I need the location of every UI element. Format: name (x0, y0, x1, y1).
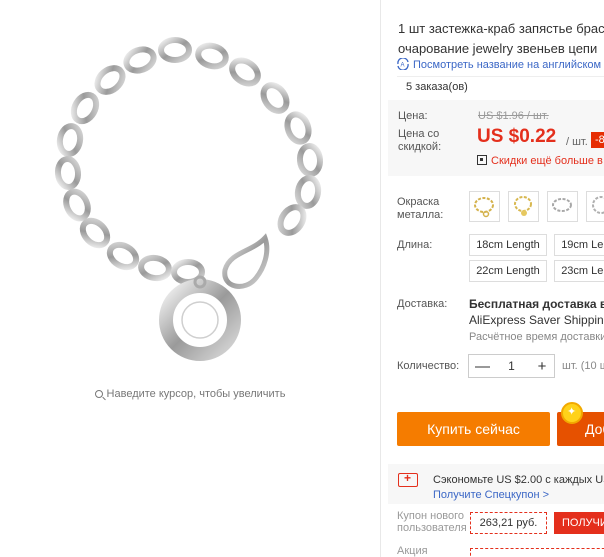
length-label: Длина: (397, 239, 433, 251)
discount-price-label: Цена со скидкой: (398, 128, 441, 154)
quantity-increase-button[interactable]: + (536, 358, 548, 375)
discount-label-line-2: скидкой: (398, 141, 442, 153)
product-title-line-2: очарование jewelry звеньев цепи (398, 41, 598, 56)
length-option-23cm[interactable]: 23cm Length (554, 260, 604, 282)
coupon-label-line-2: пользователя (397, 522, 467, 534)
savings-text: Сэкономьте US $2.00 с каждых US $1 (433, 474, 604, 486)
promotion-value (470, 548, 604, 557)
orders-count: 5 заказа(ов) (397, 76, 604, 93)
quantity-value[interactable]: 1 (508, 359, 515, 373)
coupon-label-line-1: Купон нового (397, 510, 465, 522)
translate-icon: A (397, 58, 409, 70)
stock-note: шт. (10 ш (562, 360, 604, 372)
product-title-line-1: 1 шт застежка-краб запястье брасл (398, 21, 604, 36)
per-unit: / шт. (566, 136, 588, 148)
zoom-hint: Наведите курсор, чтобы увеличить (0, 388, 380, 400)
translate-link-text[interactable]: Посмотреть название на английском (413, 59, 601, 71)
length-option-19cm[interactable]: 19cm Length (554, 234, 604, 256)
svg-text:A: A (401, 63, 405, 69)
shipping-estimate: Расчётное время доставки: (469, 331, 604, 343)
shipping-label: Доставка: (397, 298, 448, 310)
savings-box: Сэкономьте US $2.00 с каждых US $1 Получ… (388, 464, 604, 504)
get-coupon-button[interactable]: ПОЛУЧИ (554, 512, 604, 534)
swatch-silver-2[interactable] (586, 191, 604, 222)
quantity-label: Количество: (397, 360, 460, 372)
current-price: US $0.22 (477, 126, 557, 147)
coin-icon (561, 402, 583, 424)
quantity-stepper: — 1 + (468, 354, 555, 378)
price-label: Цена: (398, 110, 428, 122)
color-label-line-2: металла: (397, 209, 444, 221)
gold-bracelet-2-icon (514, 196, 532, 216)
magnifier-icon (94, 390, 103, 398)
discount-badge: -89% (591, 132, 604, 148)
gold-bracelet-icon (474, 197, 494, 218)
promotion-label: Акция (397, 545, 428, 557)
shipping-service-text: AliExpress Saver Shipping (469, 313, 604, 327)
length-option-18cm[interactable]: 18cm Length (469, 234, 547, 256)
shipping-service: AliExpress Saver Shipping (469, 313, 604, 327)
discount-label-line-1: Цена со (398, 128, 440, 140)
swatch-gold-2[interactable] (508, 191, 539, 222)
swatch-gold[interactable] (469, 191, 500, 222)
product-image[interactable] (20, 20, 360, 365)
swatch-silver[interactable] (547, 191, 578, 222)
image-panel: Наведите курсор, чтобы увеличить (0, 0, 380, 557)
translate-link[interactable]: A Посмотреть название на английском (396, 58, 601, 71)
quantity-decrease-button[interactable]: — (475, 358, 490, 375)
app-discount-link[interactable]: Скидки ещё больше в пр (477, 155, 604, 167)
coupon-ticket-icon (398, 471, 418, 487)
app-discount-text[interactable]: Скидки ещё больше в пр (491, 155, 604, 167)
silver-bracelet-icon (552, 198, 572, 212)
buy-now-button[interactable]: Купить сейчас (397, 412, 550, 446)
silver-bracelet-2-icon (592, 196, 604, 214)
qr-code-icon (477, 155, 487, 165)
old-price: US $1.96 / шт. (478, 110, 549, 122)
color-label-line-1: Окраска (397, 196, 440, 208)
coupon-value: 263,21 руб. (470, 512, 547, 534)
product-detail: 1 шт застежка-краб запястье брасл очаров… (380, 0, 604, 557)
length-option-22cm[interactable]: 22cm Length (469, 260, 547, 282)
color-label: Окраска металла: (397, 196, 443, 222)
price-box: Цена: Цена со скидкой: US $1.96 / шт. US… (388, 100, 604, 176)
shipping-title[interactable]: Бесплатная доставка в Ru (469, 297, 604, 311)
get-coupon-link[interactable]: Получите Спецкупон > (433, 489, 549, 501)
new-user-coupon-label: Купон нового пользователя (397, 510, 467, 534)
product-title: 1 шт застежка-краб запястье брасл очаров… (398, 19, 604, 59)
zoom-hint-text: Наведите курсор, чтобы увеличить (106, 388, 286, 400)
